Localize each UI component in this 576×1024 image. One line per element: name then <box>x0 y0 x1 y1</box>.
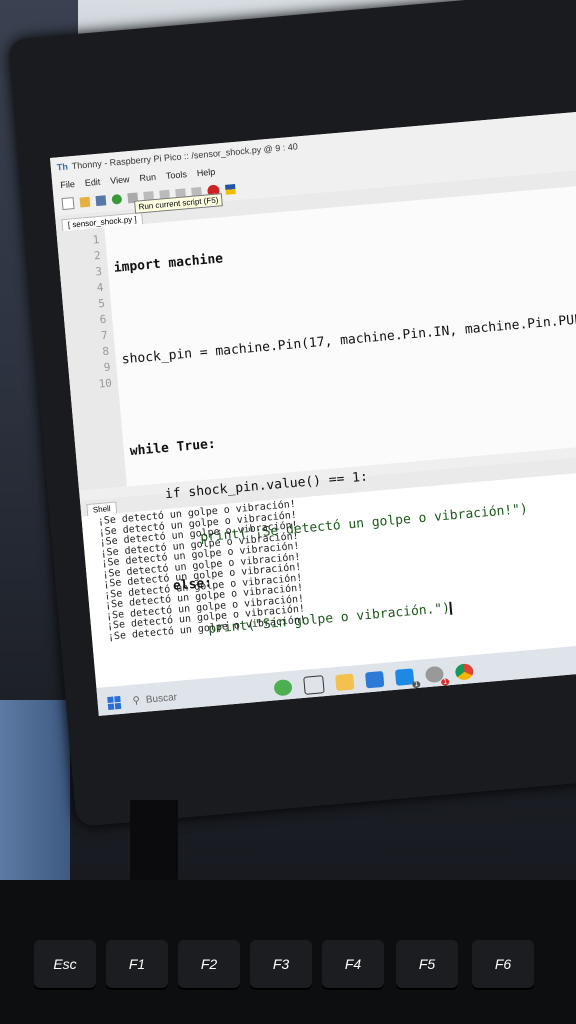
new-file-icon[interactable] <box>61 197 75 211</box>
code-line: if shock_pin.value() == 1: <box>133 469 369 505</box>
taskbar-search[interactable]: ⚲ Buscar <box>132 684 262 707</box>
code-line: shock_pin = machine.Pin(17, machine.Pin.… <box>121 310 576 368</box>
africa-map-icon[interactable] <box>273 678 293 697</box>
code-line: while True: <box>129 436 217 460</box>
search-icon: ⚲ <box>132 694 141 707</box>
key-esc[interactable]: Esc <box>34 940 96 988</box>
laptop-hinge <box>130 800 178 880</box>
menu-edit[interactable]: Edit <box>84 177 100 188</box>
mail-badge: 1 <box>412 680 421 689</box>
run-icon[interactable] <box>111 193 123 205</box>
menu-view[interactable]: View <box>110 174 130 186</box>
laptop-keyboard: Esc F1 F2 F3 F4 F5 F6 <box>0 880 576 1024</box>
code-editor[interactable]: 1 2 3 4 5 6 7 8 9 10 import machine shoc… <box>56 182 576 637</box>
task-view-icon[interactable] <box>303 675 325 695</box>
key-f6[interactable]: F6 <box>472 940 534 988</box>
menu-help[interactable]: Help <box>196 167 215 179</box>
line-number: 10 <box>98 376 113 391</box>
text-cursor <box>449 601 453 615</box>
search-placeholder: Buscar <box>145 691 178 706</box>
support-flag-icon[interactable] <box>225 183 236 195</box>
menu-file[interactable]: File <box>60 179 75 190</box>
key-f3[interactable]: F3 <box>250 940 312 988</box>
save-icon[interactable] <box>95 195 107 207</box>
mail-icon[interactable]: 1 <box>394 668 421 689</box>
windows-start-icon[interactable] <box>107 695 122 710</box>
key-f4[interactable]: F4 <box>322 940 384 988</box>
key-f5[interactable]: F5 <box>396 940 458 988</box>
key-f1[interactable]: F1 <box>106 940 168 988</box>
code-text[interactable]: import machine shock_pin = machine.Pin(1… <box>104 185 576 637</box>
people-badge: 1 <box>440 678 450 686</box>
store-icon[interactable] <box>365 670 385 689</box>
laptop-screen: Th Thonny - Raspberry Pi Pico :: /sensor… <box>50 109 576 716</box>
open-file-icon[interactable] <box>79 196 91 208</box>
chrome-icon[interactable] <box>454 663 475 681</box>
key-f2[interactable]: F2 <box>178 940 240 988</box>
people-icon[interactable]: 1 <box>424 665 450 686</box>
file-explorer-icon[interactable] <box>335 673 355 692</box>
menu-run[interactable]: Run <box>139 172 156 183</box>
code-line: import machine <box>113 251 224 276</box>
menu-tools[interactable]: Tools <box>165 169 187 181</box>
thonny-logo-icon: Th <box>56 161 69 173</box>
